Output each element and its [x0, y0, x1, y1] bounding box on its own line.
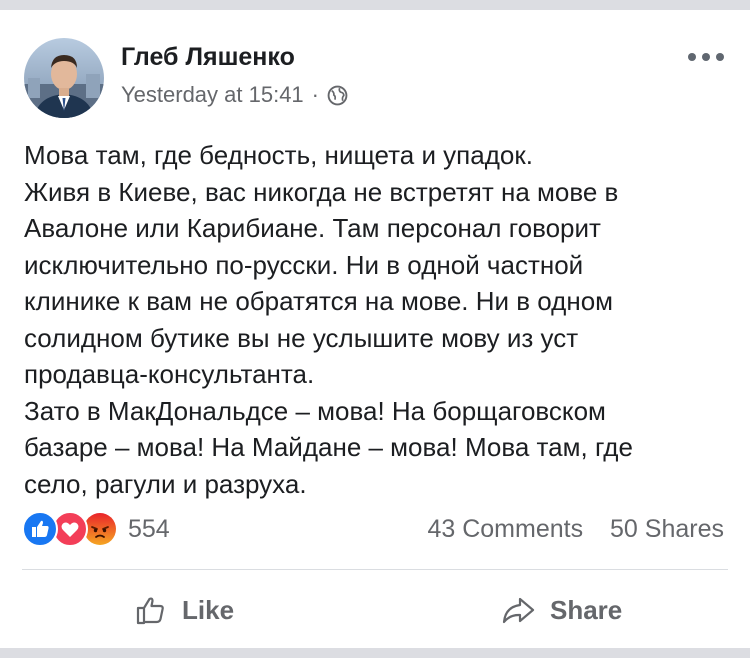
share-arrow-icon — [502, 597, 535, 624]
dot-icon — [688, 53, 696, 61]
meta-separator: · — [311, 82, 319, 107]
post-text-line: село, рагули и разруха. — [24, 468, 307, 499]
comments-count[interactable]: 43 Comments — [427, 515, 583, 543]
post-text: Мова там, где бедность, нищета и упадок.… — [24, 137, 724, 502]
like-label: Like — [182, 594, 235, 625]
reactions-summary[interactable]: 554 — [22, 511, 170, 547]
author-name[interactable]: Глеб Ляшенко — [121, 43, 295, 72]
post-card: Глеб Ляшенко Yesterday at 15:41 · Мова т… — [0, 10, 750, 648]
post-stats: 43 Comments 50 Shares — [427, 515, 724, 544]
post-text-line: клинике к вам не обратятся на мове. Ни в… — [24, 286, 614, 316]
more-options-icon[interactable] — [688, 50, 724, 64]
post-text-line: солидном бутике вы не услышите мову из у… — [24, 322, 579, 353]
divider — [22, 569, 728, 570]
share-label: Share — [550, 594, 623, 625]
post-text-line: исключительно по-русски. Ни в одной част… — [24, 249, 584, 280]
post-text-line: продавца-консультанта. — [24, 359, 315, 389]
post-text-line: Мова там, где бедность, нищета и упадок. — [24, 140, 533, 170]
reaction-icons — [22, 511, 122, 547]
like-button[interactable]: Like — [134, 590, 234, 630]
post-text-line: Живя в Киеве, вас никогда не встретят на… — [24, 176, 619, 207]
thumbs-up-icon — [136, 597, 164, 625]
share-button[interactable]: Share — [500, 590, 622, 630]
post-text-line: Авалоне или Карибиане. Там персонал гово… — [24, 213, 601, 243]
dot-icon — [702, 53, 710, 61]
avatar[interactable] — [24, 38, 104, 118]
avatar-image — [24, 38, 104, 118]
post-text-line: базаре – мова! На Майдане – мова! Мова т… — [24, 432, 633, 462]
post-text-line: Зато в МакДональдсе – мова! На борщаговс… — [24, 395, 606, 426]
post-timestamp[interactable]: Yesterday at 15:41 — [121, 82, 304, 108]
like-reaction-icon — [22, 511, 58, 547]
reaction-count[interactable]: 554 — [128, 515, 170, 544]
post-meta: Yesterday at 15:41 · — [121, 82, 348, 108]
dot-icon — [716, 53, 724, 61]
shares-count[interactable]: 50 Shares — [610, 515, 724, 543]
globe-icon[interactable] — [327, 85, 348, 106]
